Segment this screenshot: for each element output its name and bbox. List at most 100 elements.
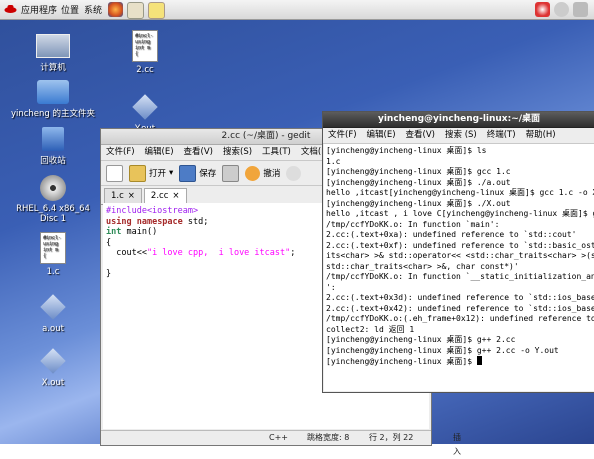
close-icon[interactable]: × <box>128 189 135 204</box>
desktop-icon-disc[interactable]: RHEL_6.4 x86_64 Disc 1 <box>3 175 103 224</box>
desktop-icon-home[interactable]: yincheng 的主文件夹 <box>3 80 103 119</box>
terminal-prompt-line: [yincheng@yincheng-linux 桌面]$ <box>326 356 592 368</box>
icon-label: RHEL_6.4 x86_64 Disc 1 <box>16 204 90 224</box>
tab-label: 1.c <box>111 191 124 201</box>
terminal-titlebar[interactable]: yincheng@yincheng-linux:~/桌面 <box>323 112 594 128</box>
menu-file[interactable]: 文件(F) <box>106 145 135 160</box>
terminal-line: [yincheng@yincheng-linux 桌面]$ gcc 1.c <box>326 167 511 176</box>
terminal-line: [yincheng@yincheng-linux 桌面]$ ls <box>326 146 487 155</box>
menu-view[interactable]: 查看(V) <box>406 128 435 143</box>
notes-icon[interactable] <box>148 2 165 19</box>
tab-1c[interactable]: 1.c × <box>104 188 142 204</box>
window-title: 2.cc (~/桌面) - gedit <box>221 131 311 141</box>
terminal-line: [yincheng@yincheng-linux 桌面]$ g++ 2.cc <box>326 335 516 344</box>
redhat-logo-icon <box>4 5 17 13</box>
terminal-window: yincheng@yincheng-linux:~/桌面 文件(F) 编辑(E)… <box>322 111 594 393</box>
code-string: "i love cpp, i love itcast" <box>146 248 291 258</box>
terminal-line: 2.cc:(.text+0x42): undefined reference t… <box>326 303 594 313</box>
undo-label: 撤消 <box>263 169 281 179</box>
window-title: yincheng@yincheng-linux:~/桌面 <box>377 114 541 124</box>
update-icon[interactable] <box>535 2 550 17</box>
code-line: #include<iostream> <box>106 206 199 216</box>
mail-icon[interactable] <box>127 2 144 19</box>
code-text: main() <box>121 227 158 237</box>
terminal-line: [yincheng@yincheng-linux 桌面]$ g++ 2.cc -… <box>326 345 559 355</box>
menu-edit[interactable]: 编辑(E) <box>367 128 396 143</box>
print-icon[interactable] <box>222 164 240 182</box>
code-keyword: using <box>106 216 132 227</box>
executable-icon <box>40 294 66 320</box>
terminal-menubar: 文件(F) 编辑(E) 查看(V) 搜索 (S) 终端(T) 帮助(H) <box>323 128 594 144</box>
menu-view[interactable]: 查看(V) <box>184 145 213 160</box>
menu-search[interactable]: 搜索(S) <box>223 145 252 160</box>
desktop-icon-computer[interactable]: 计算机 <box>3 30 103 73</box>
terminal-line: /tmp/ccfYDoKK.o: In function `main': <box>326 219 500 229</box>
save-icon <box>179 164 197 182</box>
disc-icon <box>40 175 66 201</box>
terminal-prompt: [yincheng@yincheng-linux 桌面]$ <box>326 357 477 366</box>
terminal-line: [yincheng@yincheng-linux 桌面]$ ./a.out <box>326 177 511 187</box>
code-keyword: namespace <box>136 216 183 227</box>
open-button[interactable]: 打开 ▾ <box>129 164 173 182</box>
terminal-line: 2.cc:(.text+0x3d): undefined reference t… <box>326 293 594 302</box>
desktop-icon-1c[interactable]: #incl- using int m { 1.c <box>3 232 103 277</box>
icon-label: X.out <box>41 378 65 388</box>
save-label: 保存 <box>199 169 217 179</box>
undo-button[interactable]: 撤消 <box>245 165 281 181</box>
code-type: int <box>106 227 122 237</box>
menu-help[interactable]: 帮助(H) <box>526 128 556 143</box>
firefox-icon[interactable] <box>108 2 123 17</box>
save-button[interactable]: 保存 <box>179 164 217 182</box>
terminal-line: 1.c <box>326 156 341 166</box>
desktop-icon-aout[interactable]: a.out <box>3 292 103 334</box>
menu-system[interactable]: 系统 <box>84 3 102 16</box>
terminal-output[interactable]: [yincheng@yincheng-linux 桌面]$ ls 1.c [yinc… <box>324 144 594 391</box>
cpp-file-icon: #incl- using int m { <box>132 30 158 62</box>
desktop-icon-2cc[interactable]: #incl- using int m { 2.cc <box>95 30 195 75</box>
code-text: cout<< <box>106 248 147 258</box>
menu-file[interactable]: 文件(F) <box>328 128 357 143</box>
code-text: std; <box>182 216 209 227</box>
network-icon[interactable] <box>554 2 569 17</box>
insert-mode: 插入 <box>453 433 461 456</box>
c-file-icon: #incl- using int m { <box>40 232 66 264</box>
terminal-line: its<char> >& std::operator<< <std::char_… <box>326 251 594 260</box>
volume-icon[interactable] <box>573 2 588 17</box>
tab-width-selector[interactable]: 跳格宽度: 8 <box>307 431 349 445</box>
tab-2cc[interactable]: 2.cc × <box>143 188 187 204</box>
icon-label: yincheng 的主文件夹 <box>10 109 96 119</box>
terminal-line: hello ,itcast , i love C[yincheng@yinche… <box>326 209 594 218</box>
folder-open-icon <box>129 164 146 182</box>
code-line: } <box>106 269 112 279</box>
home-folder-icon <box>37 80 69 104</box>
trash-icon <box>42 127 64 151</box>
desktop-icon-trash[interactable]: 回收站 <box>3 127 103 166</box>
chevron-down-icon[interactable]: ▾ <box>169 168 173 178</box>
menu-search[interactable]: 搜索 (S) <box>445 128 477 143</box>
terminal-line: 2.cc:(.text+0xa): undefined reference to… <box>326 230 577 239</box>
code-line: { <box>106 237 112 248</box>
language-selector[interactable]: C++ <box>269 431 288 445</box>
close-icon[interactable]: × <box>172 189 179 204</box>
terminal-line: std::char_traits<char> >&, char const*)' <box>326 261 519 271</box>
icon-label: 2.cc <box>136 65 154 75</box>
menu-terminal[interactable]: 终端(T) <box>487 128 516 143</box>
menu-places[interactable]: 位置 <box>61 3 79 16</box>
menu-edit[interactable]: 编辑(E) <box>145 145 174 160</box>
executable-icon <box>40 348 66 374</box>
cursor-position: 行 2，列 22 <box>369 433 414 442</box>
undo-icon <box>245 165 261 181</box>
computer-icon <box>36 34 70 58</box>
menu-tools[interactable]: 工具(T) <box>262 145 291 160</box>
desktop-icon-xout[interactable]: X.out <box>3 346 103 388</box>
icon-label: 1.c <box>46 267 60 277</box>
tab-label: 2.cc <box>150 191 169 201</box>
icon-label: a.out <box>42 324 64 334</box>
menu-applications[interactable]: 应用程序 <box>21 3 57 16</box>
code-text: ; <box>290 248 296 258</box>
terminal-line: 2.cc:(.text+0xf): undefined reference to… <box>326 240 594 250</box>
new-file-icon[interactable] <box>106 164 123 182</box>
redo-icon[interactable] <box>286 165 302 181</box>
terminal-line: /tmp/ccfYDoKK.o: In function `__static_i… <box>326 272 594 281</box>
icon-label: 计算机 <box>40 63 66 73</box>
